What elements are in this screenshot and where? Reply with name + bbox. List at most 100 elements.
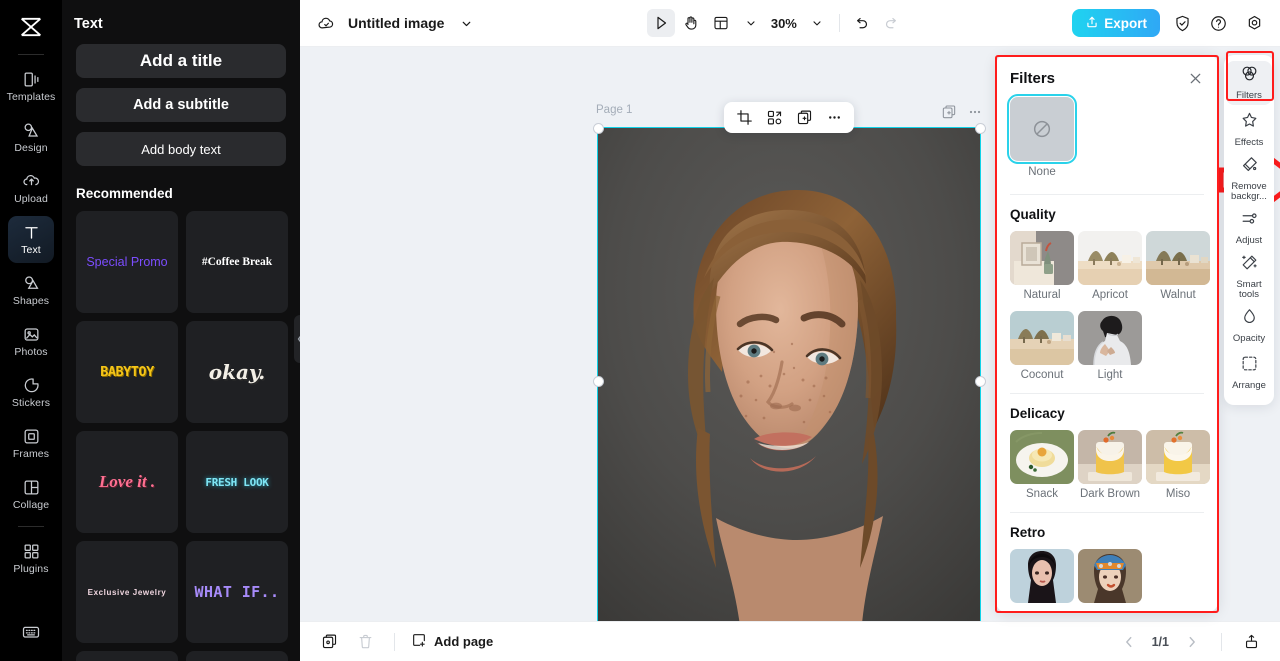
auto-cutout-icon[interactable]	[760, 105, 788, 131]
add-subtitle-button[interactable]: Add a subtitle	[76, 88, 286, 122]
text-template-card[interactable]: #Coffee Break	[186, 211, 288, 313]
close-x-icon[interactable]	[1186, 69, 1204, 87]
document-title[interactable]: Untitled image	[348, 15, 444, 31]
filter-item[interactable]: Miso	[1146, 430, 1210, 506]
text-template-card[interactable]: Exclusive Jewelry	[76, 541, 178, 643]
text-template-card[interactable]: BABYTOY	[76, 321, 178, 423]
layout-panel-icon[interactable]	[707, 9, 735, 37]
filter-item[interactable]: Snack	[1010, 430, 1074, 506]
chevron-down-icon[interactable]	[737, 9, 765, 37]
apricot-thumb	[1078, 231, 1142, 285]
more-options-icon[interactable]	[820, 105, 848, 131]
walnut-thumb	[1146, 231, 1210, 285]
rail-divider-2	[18, 526, 44, 527]
thumb-art	[1010, 549, 1074, 603]
duplicate-page-icon[interactable]	[316, 629, 342, 655]
sidebar-item-upload[interactable]: Upload	[8, 165, 54, 212]
resize-handle-left[interactable]	[593, 376, 604, 387]
chevron-down-icon[interactable]	[803, 9, 831, 37]
next-page-button[interactable]	[1179, 629, 1205, 655]
filter-group-title: Retro	[1010, 525, 1046, 540]
filter-group-grid	[1010, 549, 1204, 603]
settings-gear-icon[interactable]	[1240, 9, 1268, 37]
shield-check-icon[interactable]	[1168, 9, 1196, 37]
opacity-droplet-icon	[1240, 307, 1259, 331]
filter-item[interactable]	[1078, 549, 1142, 603]
hand-icon[interactable]	[677, 9, 705, 37]
tool-filters[interactable]: Filters	[1226, 61, 1272, 105]
snack-thumb	[1010, 430, 1074, 484]
tool-opacity[interactable]: Opacity	[1226, 304, 1272, 348]
filters-panel-scroll[interactable]: Filters None Quality Natural Apricot Wal…	[996, 55, 1218, 612]
duplicate-page-icon[interactable]	[941, 104, 957, 125]
text-template-card[interactable]: Special Promo	[76, 211, 178, 313]
sidebar-item-text[interactable]: Text	[8, 216, 54, 263]
sidebar-item-photos[interactable]: Photos	[8, 318, 54, 365]
page-more-options-icon[interactable]	[967, 104, 983, 125]
filter-none-item[interactable]: None	[1007, 94, 1204, 188]
export-page-icon[interactable]	[1238, 629, 1264, 655]
cursor-arrow-icon[interactable]	[646, 9, 675, 37]
tool-smart-tools[interactable]: Smart tools	[1226, 253, 1272, 301]
crop-icon[interactable]	[730, 105, 758, 131]
add-title-button[interactable]: Add a title	[76, 44, 286, 78]
filter-item[interactable]: Light	[1078, 311, 1142, 387]
text-template-card[interactable]: FRESH LOOK	[186, 431, 288, 533]
add-page-button[interactable]: Add page	[411, 632, 493, 651]
duplicate-icon[interactable]	[790, 105, 818, 131]
filter-item[interactable]: Coconut	[1010, 311, 1074, 387]
text-template-card[interactable]: Love it .	[76, 431, 178, 533]
filters-divider-3	[1010, 512, 1204, 513]
zoom-level[interactable]: 30%	[767, 16, 801, 31]
filter-item[interactable]: Dark Brown	[1078, 430, 1142, 506]
add-body-text-button[interactable]: Add body text	[76, 132, 286, 166]
text-template-label: FRESH LOOK	[205, 475, 269, 489]
capcut-logo-icon[interactable]	[14, 10, 48, 44]
chevron-down-icon[interactable]	[452, 9, 480, 37]
sidebar-item-design[interactable]: Design	[8, 114, 54, 161]
tool-label: Arrange	[1232, 380, 1266, 392]
keyboard-shortcuts-icon[interactable]	[21, 622, 41, 647]
sidebar-item-label: Collage	[12, 499, 50, 512]
bottom-toolbar: Add page 1/1	[300, 621, 1280, 661]
text-template-card[interactable]: okay.	[186, 321, 288, 423]
sidebar-item-frames[interactable]: Frames	[8, 420, 54, 467]
filter-item[interactable]: Apricot	[1078, 231, 1142, 307]
text-template-card[interactable]	[186, 651, 288, 661]
text-template-label: okay.	[208, 360, 266, 384]
sidebar-item-collage[interactable]: Collage	[8, 471, 54, 518]
resize-handle-tl[interactable]	[593, 123, 604, 134]
prev-page-button[interactable]	[1116, 629, 1142, 655]
artboard-selected-image[interactable]	[597, 127, 981, 621]
tool-arrange[interactable]: Arrange	[1226, 351, 1272, 395]
filters-divider	[1010, 194, 1204, 195]
resize-handle-tr[interactable]	[975, 123, 986, 134]
thumb-art	[1010, 311, 1074, 365]
text-template-card[interactable]	[76, 651, 178, 661]
retro-thumb-2	[1078, 549, 1142, 603]
tool-label: Opacity	[1232, 333, 1266, 345]
resize-handle-right[interactable]	[975, 376, 986, 387]
filter-item[interactable]	[1010, 549, 1074, 603]
export-button[interactable]: Export	[1072, 9, 1161, 37]
text-template-card[interactable]: WHAT IF..	[186, 541, 288, 643]
sidebar-item-templates[interactable]: Templates	[7, 63, 55, 110]
filter-item[interactable]: Walnut	[1146, 231, 1210, 307]
coconut-thumb	[1010, 311, 1074, 365]
sidebar-item-shapes[interactable]: Shapes	[8, 267, 54, 314]
sidebar-item-stickers[interactable]: Stickers	[8, 369, 54, 416]
stage-page-actions	[941, 104, 983, 125]
right-tool-rail: Filters Effects Remove backgr... Adjust	[1224, 55, 1274, 405]
top-toolbar: Untitled image 30% Export	[300, 0, 1280, 47]
panel-collapse-handle[interactable]	[294, 315, 300, 363]
sidebar-item-plugins[interactable]: Plugins	[8, 535, 54, 582]
filter-item[interactable]: Natural	[1010, 231, 1074, 307]
no-filter-icon[interactable]	[1007, 94, 1077, 164]
help-question-icon[interactable]	[1204, 9, 1232, 37]
natural-thumb	[1010, 231, 1074, 285]
tool-adjust[interactable]: Adjust	[1226, 206, 1272, 250]
undo-icon[interactable]	[848, 9, 876, 37]
filter-label: Light	[1097, 369, 1123, 381]
tool-remove-background[interactable]: Remove backgr...	[1226, 155, 1272, 203]
tool-effects[interactable]: Effects	[1226, 108, 1272, 152]
